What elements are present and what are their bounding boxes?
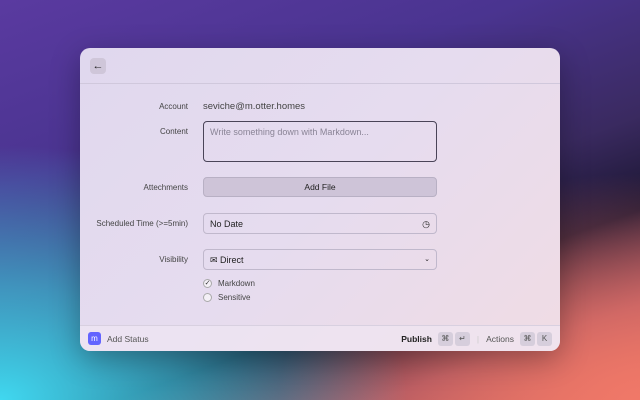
sensitive-label: Sensitive xyxy=(218,293,251,302)
check-icon: ✓ xyxy=(203,279,212,288)
footer-bar: m Add Status Publish ⌘ ↵ | Actions ⌘ K xyxy=(80,325,560,351)
command-key: ⌘ xyxy=(520,331,535,346)
visibility-value: Direct xyxy=(220,254,244,265)
command-key: ⌘ xyxy=(437,331,453,346)
visibility-label: Visibility xyxy=(159,255,188,264)
attachments-label: Attechments xyxy=(143,183,188,192)
content-placeholder: Write something down with Markdown... xyxy=(210,127,369,137)
actions-button[interactable]: Actions xyxy=(486,334,514,344)
mail-icon: ✉ xyxy=(210,254,221,265)
divider: | xyxy=(476,333,480,344)
markdown-label: Markdown xyxy=(218,279,255,288)
scheduled-value: No Date xyxy=(210,218,244,229)
clock-icon: ◷ xyxy=(422,218,430,229)
mastodon-logo-icon: m xyxy=(88,332,101,345)
chevron-down-icon: ⌄ xyxy=(424,255,430,263)
publish-button[interactable]: Publish xyxy=(401,334,432,344)
compose-window: ← Account seviche@m.otter.homes Content … xyxy=(80,48,560,351)
visibility-select[interactable]: ✉ Direct ⌄ xyxy=(203,249,437,270)
content-input[interactable]: Write something down with Markdown... xyxy=(203,121,437,162)
content-label: Content xyxy=(159,127,188,136)
k-key: K xyxy=(537,331,552,346)
footer-title: Add Status xyxy=(107,333,149,344)
account-value: seviche@m.otter.homes xyxy=(203,101,306,112)
sensitive-checkbox[interactable]: Sensitive xyxy=(203,293,250,302)
scheduled-label: Scheduled Time (>=5min) xyxy=(96,219,188,228)
scheduled-time-input[interactable]: No Date ◷ xyxy=(203,213,437,234)
add-file-button[interactable]: Add File xyxy=(203,177,437,197)
unchecked-icon xyxy=(203,293,212,302)
back-button[interactable]: ← xyxy=(90,58,106,74)
markdown-checkbox[interactable]: ✓ Markdown xyxy=(203,279,255,288)
account-label: Account xyxy=(159,102,188,111)
toolbar: ← xyxy=(80,48,560,84)
return-key: ↵ xyxy=(454,331,470,346)
